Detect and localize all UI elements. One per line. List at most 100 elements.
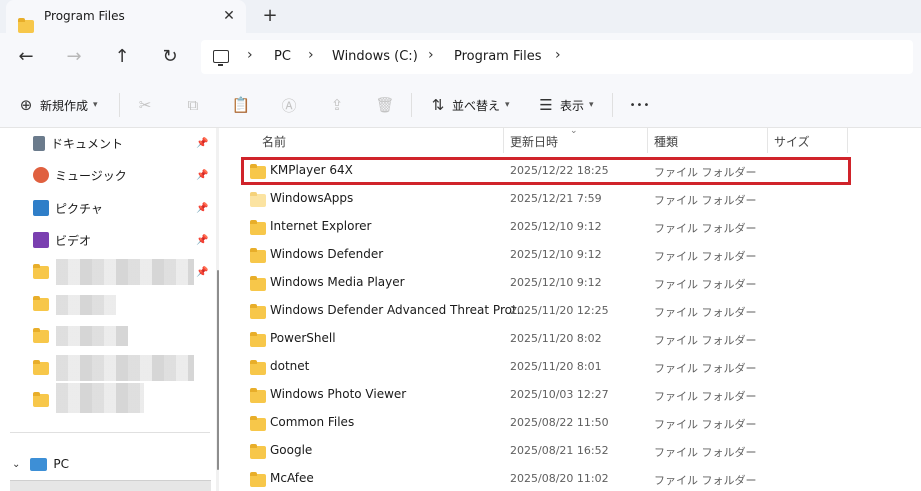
breadcrumb-windows-c[interactable]: Windows (C:) xyxy=(332,49,418,64)
pin-icon: 📌 xyxy=(196,235,209,246)
view-label: 表示 xyxy=(560,98,585,113)
copy-button[interactable]: ⧉ xyxy=(183,94,203,116)
new-tab-button[interactable]: + xyxy=(260,6,280,26)
file-name: Windows Photo Viewer xyxy=(270,387,407,401)
view-button[interactable]: ☰ 表示 ▾ xyxy=(536,94,593,116)
table-row[interactable]: Internet Explorer 2025/12/10 9:12 ファイル フォル… xyxy=(243,213,848,241)
table-row[interactable]: WindowsApps 2025/12/21 7:59 ファイル フォルダー xyxy=(243,185,848,213)
column-header-type[interactable]: 種類 xyxy=(654,133,678,150)
sidebar-item-folder[interactable] xyxy=(33,325,49,347)
breadcrumb-program-files[interactable]: Program Files xyxy=(454,49,542,64)
file-modified: 2025/10/03 12:27 xyxy=(510,388,609,401)
folder-icon xyxy=(250,248,266,263)
sidebar-item-documents[interactable]: ドキュメント xyxy=(33,132,123,154)
redacted-label xyxy=(56,326,128,346)
sidebar-item-pc[interactable]: ⌄ PC xyxy=(12,453,69,475)
sidebar-divider xyxy=(10,432,210,433)
plus-circle-icon: ⊕ xyxy=(19,96,33,114)
breadcrumb-pc[interactable]: PC xyxy=(274,49,291,64)
column-header-name[interactable]: 名前 xyxy=(262,133,286,150)
sort-button[interactable]: ⇅ 並べ替え ▾ xyxy=(428,94,510,116)
table-row[interactable]: McAfee 2025/08/20 11:02 ファイル フォルダー xyxy=(243,465,848,491)
table-row[interactable]: Common Files 2025/08/22 11:50 ファイル フォルダー xyxy=(243,409,848,437)
list-view-icon: ☰ xyxy=(539,96,553,114)
file-name: Windows Defender Advanced Threat Prot... xyxy=(270,303,529,317)
forward-button[interactable]: → xyxy=(62,45,86,69)
rename-icon: Ⓐ xyxy=(281,96,297,115)
table-row[interactable]: Windows Photo Viewer 2025/10/03 12:27 ファイル… xyxy=(243,381,848,409)
table-row[interactable]: Windows Media Player 2025/12/10 9:12 ファイル … xyxy=(243,269,848,297)
up-button[interactable]: ↑ xyxy=(110,45,134,69)
sidebar-item-folder[interactable] xyxy=(33,357,49,379)
toolbar-divider xyxy=(411,93,412,117)
paste-button[interactable]: 📋 xyxy=(231,94,251,116)
pc-icon xyxy=(30,457,48,471)
share-icon: ⇪ xyxy=(330,96,344,114)
column-divider[interactable] xyxy=(647,128,648,153)
file-modified: 2025/08/22 11:50 xyxy=(510,416,609,429)
sort-label: 並べ替え xyxy=(452,98,501,113)
table-row[interactable]: Google 2025/08/21 16:52 ファイル フォルダー xyxy=(243,437,848,465)
file-modified: 2025/12/10 9:12 xyxy=(510,248,602,261)
file-type: ファイル フォルダー xyxy=(654,278,757,291)
new-button[interactable]: ⊕ 新規作成 ▾ xyxy=(16,94,98,116)
sidebar-item-pictures[interactable]: ピクチャ xyxy=(33,197,103,219)
column-header-modified[interactable]: 更新日時 xyxy=(510,133,558,150)
column-divider[interactable] xyxy=(767,128,768,153)
refresh-button[interactable]: ↻ xyxy=(158,45,182,69)
pin-icon: 📌 xyxy=(196,203,209,214)
sidebar-item-music[interactable]: ミュージック xyxy=(33,164,127,186)
tab-title: Program Files xyxy=(44,9,125,23)
table-row[interactable]: Windows Defender 2025/12/10 9:12 ファイル フォルダ… xyxy=(243,241,848,269)
sidebar-scrollbar-thumb[interactable] xyxy=(217,270,219,470)
chevron-down-icon: ▾ xyxy=(93,100,98,110)
share-button[interactable]: ⇪ xyxy=(327,94,347,116)
more-icon: ••• xyxy=(629,99,651,111)
table-row[interactable]: dotnet 2025/11/20 8:01 ファイル フォルダー xyxy=(243,353,848,381)
address-bar[interactable]: › PC › Windows (C:) › Program Files › xyxy=(201,40,913,74)
delete-button[interactable]: 🗑 xyxy=(375,94,395,116)
redacted-label xyxy=(56,355,194,381)
redacted-label xyxy=(56,383,144,413)
file-modified: 2025/11/20 12:25 xyxy=(510,304,609,317)
close-tab-button[interactable]: ✕ xyxy=(219,6,239,26)
table-row[interactable]: PowerShell 2025/11/20 8:02 ファイル フォルダー xyxy=(243,325,848,353)
folder-icon xyxy=(250,388,266,403)
file-modified: 2025/11/20 8:02 xyxy=(510,332,602,345)
toolbar-divider xyxy=(119,93,120,117)
pictures-icon xyxy=(33,200,49,216)
column-divider[interactable] xyxy=(503,128,504,153)
pin-icon: 📌 xyxy=(196,170,209,181)
more-options-button[interactable]: ••• xyxy=(630,94,650,116)
sidebar-item-folder[interactable] xyxy=(33,261,49,283)
cut-button[interactable]: ✂ xyxy=(135,94,155,116)
sidebar-item-folder[interactable] xyxy=(33,389,49,411)
chevron-right-icon: › xyxy=(247,47,253,63)
tab-program-files[interactable]: Program Files ✕ xyxy=(6,0,246,33)
file-name: Common Files xyxy=(270,415,355,429)
file-type: ファイル フォルダー xyxy=(654,418,757,431)
sidebar-item-folder[interactable] xyxy=(33,293,49,315)
pc-icon xyxy=(213,50,229,66)
sidebar-item-label: ドキュメント xyxy=(51,136,124,151)
column-header-size[interactable]: サイズ xyxy=(774,133,810,150)
sort-icon: ⇅ xyxy=(431,96,445,114)
music-icon xyxy=(33,167,49,183)
folder-icon xyxy=(18,18,34,33)
folder-icon xyxy=(250,220,266,235)
cut-icon: ✂ xyxy=(138,96,152,114)
file-type: ファイル フォルダー xyxy=(654,334,757,347)
sidebar-item-selected[interactable] xyxy=(10,480,211,491)
table-row[interactable]: Windows Defender Advanced Threat Prot...… xyxy=(243,297,848,325)
new-label: 新規作成 xyxy=(40,98,89,113)
pin-icon: 📌 xyxy=(196,138,209,149)
folder-icon xyxy=(250,472,266,487)
back-button[interactable]: ← xyxy=(14,45,38,69)
redacted-label xyxy=(56,295,116,315)
chevron-right-icon: › xyxy=(428,47,434,63)
folder-icon xyxy=(33,359,49,375)
sidebar-item-videos[interactable]: ビデオ xyxy=(33,229,91,251)
file-type: ファイル フォルダー xyxy=(654,362,757,375)
column-divider[interactable] xyxy=(847,128,848,153)
rename-button[interactable]: Ⓐ xyxy=(279,94,299,116)
